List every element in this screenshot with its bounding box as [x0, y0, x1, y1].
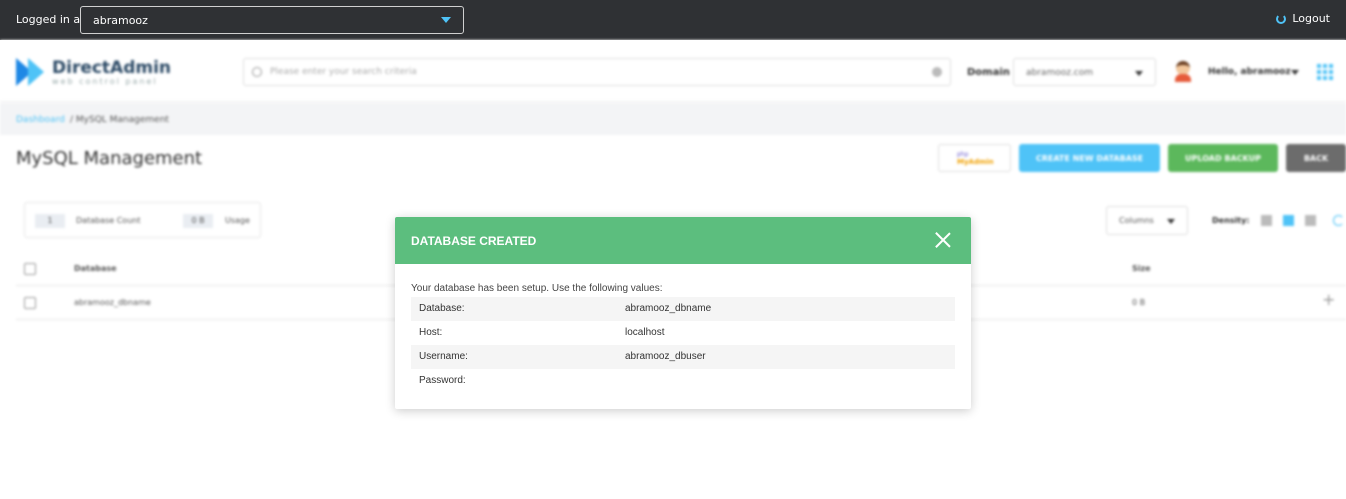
dialog-value: abramooz_dbname: [625, 303, 712, 314]
chevron-down-icon: [441, 17, 451, 23]
dialog-key: Database:: [419, 303, 465, 314]
search-icon: [252, 67, 262, 77]
refresh-icon[interactable]: [1333, 215, 1344, 226]
logout-label: Logout: [1292, 12, 1330, 25]
dialog-row-password: Password:: [411, 369, 955, 393]
breadcrumb: Dashboard / MySQL Management: [0, 103, 1346, 135]
density-label: Density:: [1212, 216, 1250, 225]
breadcrumb-dashboard[interactable]: Dashboard: [16, 115, 65, 125]
avatar[interactable]: [1173, 60, 1193, 82]
dialog-row-database: Database: abramooz_dbname: [411, 297, 955, 321]
chevron-down-icon: [1135, 71, 1143, 76]
column-header-size[interactable]: Size: [1132, 264, 1151, 273]
logged-in-label: Logged in as: [16, 13, 86, 26]
breadcrumb-current: / MySQL Management: [70, 115, 169, 125]
column-header-database[interactable]: Database: [74, 264, 117, 273]
database-created-dialog: DATABASE CREATED Your database has been …: [395, 217, 971, 409]
user-menu-label[interactable]: Hello, abramooz: [1208, 67, 1291, 77]
phpmyadmin-label-bottom: MyAdmin: [957, 158, 994, 166]
logout-button[interactable]: Logout: [1276, 12, 1330, 25]
upload-backup-button[interactable]: UPLOAD BACKUP: [1168, 144, 1278, 172]
columns-label: Columns: [1119, 216, 1154, 225]
logo-tagline: web control panel: [52, 76, 158, 86]
dialog-key: Username:: [419, 351, 468, 362]
search-placeholder: Please enter your search criteria: [270, 67, 417, 77]
row-checkbox[interactable]: [24, 297, 36, 309]
back-button[interactable]: BACK: [1286, 144, 1346, 172]
header: DirectAdmin web control panel Please ent…: [0, 40, 1346, 102]
top-bar: Logged in as abramooz Logout: [0, 0, 1346, 40]
domain-select[interactable]: abramooz.com: [1013, 58, 1156, 86]
power-icon: [1276, 13, 1287, 24]
columns-button[interactable]: Columns: [1106, 206, 1188, 235]
row-size: 0 B: [1132, 298, 1146, 307]
dialog-title: DATABASE CREATED: [411, 234, 537, 248]
phpmyadmin-label-top: php: [957, 151, 969, 158]
user-select-value: abramooz: [93, 14, 148, 27]
usage-label: Usage: [225, 216, 250, 225]
phpmyadmin-button[interactable]: php MyAdmin: [938, 144, 1011, 172]
domain-label: Domain: [967, 67, 1010, 78]
apps-grid-icon[interactable]: [1317, 64, 1333, 80]
logo-name: DirectAdmin: [52, 57, 172, 78]
clear-icon[interactable]: [932, 67, 942, 77]
domain-select-value: abramooz.com: [1026, 68, 1094, 78]
logo[interactable]: DirectAdmin web control panel: [16, 56, 171, 88]
density-loose-icon[interactable]: [1305, 215, 1316, 226]
chevron-down-icon: [1167, 219, 1175, 224]
dialog-header: DATABASE CREATED: [395, 217, 971, 264]
database-count-value: 1: [35, 214, 65, 228]
database-count-label: Database Count: [76, 216, 141, 225]
select-all-checkbox[interactable]: [24, 263, 36, 275]
dialog-key: Host:: [419, 327, 443, 338]
dialog-intro: Your database has been setup. Use the fo…: [411, 283, 663, 294]
usage-value: 0 B: [183, 214, 213, 228]
dialog-row-host: Host: localhost: [411, 321, 955, 345]
logo-mark-icon: [16, 56, 46, 88]
dialog-value: abramooz_dbuser: [625, 351, 706, 362]
expand-plus-icon[interactable]: +: [1322, 290, 1335, 309]
chevron-down-icon[interactable]: [1291, 70, 1299, 75]
dialog-value: localhost: [625, 327, 665, 338]
row-database-name[interactable]: abramooz_dbname: [74, 298, 151, 307]
close-icon[interactable]: [935, 232, 951, 248]
density-compact-icon[interactable]: [1261, 215, 1272, 226]
search-input[interactable]: Please enter your search criteria: [243, 58, 951, 86]
create-database-button[interactable]: CREATE NEW DATABASE: [1019, 144, 1160, 172]
user-select[interactable]: abramooz: [80, 6, 464, 34]
stats-panel: 1 Database Count 0 B Usage: [24, 202, 261, 238]
dialog-row-username: Username: abramooz_dbuser: [411, 345, 955, 369]
density-normal-icon[interactable]: [1283, 215, 1294, 226]
dialog-key: Password:: [419, 375, 466, 386]
page-title: MySQL Management: [16, 148, 203, 169]
